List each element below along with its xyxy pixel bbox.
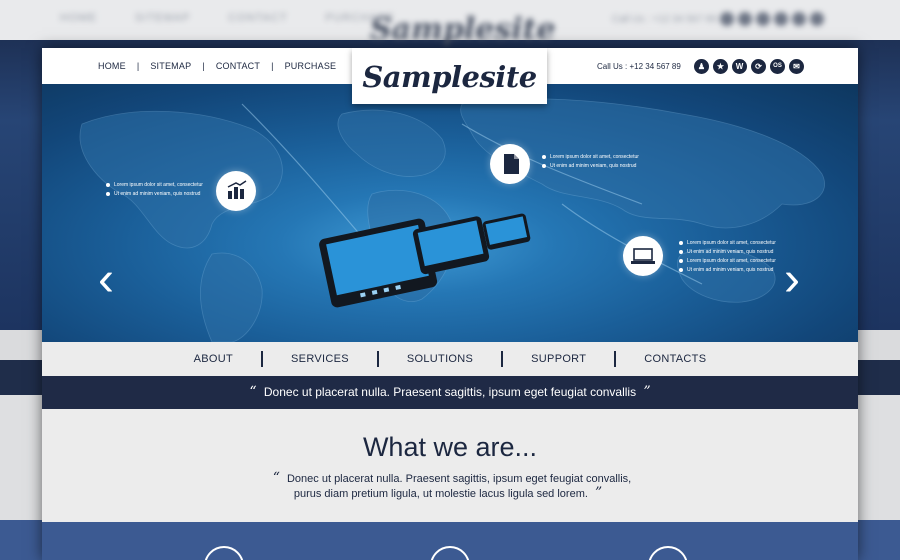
prev-slide-arrow[interactable]: ‹ xyxy=(98,256,114,304)
nav-contact-link[interactable]: CONTACT xyxy=(216,61,260,71)
feature-band xyxy=(42,522,858,560)
nav-sitemap-link[interactable]: SITEMAP xyxy=(150,61,191,71)
top-nav: HOME | SITEMAP | CONTACT | PURCHASE xyxy=(98,61,336,71)
wordpress-icon[interactable]: W xyxy=(732,59,747,74)
background-phone: Call Us : +12 34 567 89 xyxy=(612,14,717,25)
os-icon[interactable]: OS xyxy=(770,59,785,74)
phone-number: Call Us : +12 34 567 89 xyxy=(597,62,681,71)
laptop-icon xyxy=(623,236,663,276)
mail-icon[interactable]: ✉ xyxy=(789,59,804,74)
next-slide-arrow[interactable]: › xyxy=(784,256,800,304)
menu-contacts[interactable]: CONTACTS xyxy=(616,353,734,365)
section-text: “ Donec ut placerat nulla. Praesent sagi… xyxy=(42,471,858,501)
feature-circle-icon xyxy=(430,546,470,560)
quote-bar: “ Donec ut placerat nulla. Praesent sagi… xyxy=(42,376,858,409)
nav-purchase-link[interactable]: PURCHASE xyxy=(285,61,337,71)
bullet-text: Ut enim ad minim veniam, quis nostrud xyxy=(106,190,203,199)
world-map-graphic xyxy=(79,98,825,342)
section-line-1: Donec ut placerat nulla. Praesent sagitt… xyxy=(286,473,632,485)
social-icons: ♟ ★ W ⟳ OS ✉ xyxy=(694,59,804,74)
background-logo: Samplesite xyxy=(370,12,556,47)
menu-solutions[interactable]: SOLUTIONS xyxy=(379,353,501,365)
chart-icon xyxy=(216,171,256,211)
bullet-text: Lorem ipsum dolor sit amet, consectetur xyxy=(679,257,776,266)
hero-slider: Lorem ipsum dolor sit amet, consectetur … xyxy=(42,84,858,342)
section-line-2: purus diam pretium ligula, ut molestie l… xyxy=(293,488,588,500)
refresh-icon[interactable]: ⟳ xyxy=(751,59,766,74)
nav-separator: | xyxy=(271,61,274,71)
quote-close-mark: ” xyxy=(643,384,651,400)
quote-open-mark: “ xyxy=(249,384,257,400)
nav-home-link[interactable]: HOME xyxy=(98,61,126,71)
feature-circle-icon xyxy=(648,546,688,560)
quote-bar-text: Donec ut placerat nulla. Praesent sagitt… xyxy=(263,385,637,399)
nav-separator: | xyxy=(136,61,140,71)
site-logo: Samplesite xyxy=(362,60,537,94)
menu-services[interactable]: SERVICES xyxy=(263,353,377,365)
hero-bullets-right: Lorem ipsum dolor sit amet, consectetur … xyxy=(679,239,776,275)
bullet-text: Ut enim ad minim veniam, quis nostrud xyxy=(679,248,776,257)
bullet-text: Lorem ipsum dolor sit amet, consectetur xyxy=(106,181,203,190)
hero-bullets-left: Lorem ipsum dolor sit amet, consectetur … xyxy=(106,181,203,199)
bullet-text: Ut enim ad minim veniam, quis nostrud xyxy=(542,162,639,171)
background-nav: HOME SITEMAP CONTACT PURCHASE xyxy=(60,12,395,24)
section-title: What we are... xyxy=(362,432,538,462)
menu-support[interactable]: SUPPORT xyxy=(503,353,614,365)
nav-separator: | xyxy=(202,61,205,71)
hero-bullets-top: Lorem ipsum dolor sit amet, consectetur … xyxy=(542,153,639,171)
website-page: HOME | SITEMAP | CONTACT | PURCHASE Call… xyxy=(42,48,858,560)
star-icon[interactable]: ★ xyxy=(713,59,728,74)
background-social-icons xyxy=(720,12,828,31)
bullet-text: Ut enim ad minim veniam, quis nostrud xyxy=(679,266,776,275)
user-icon[interactable]: ♟ xyxy=(694,59,709,74)
bullet-text: Lorem ipsum dolor sit amet, consectetur xyxy=(679,239,776,248)
feature-circle-icon xyxy=(204,546,244,560)
main-menu: ABOUT SERVICES SOLUTIONS SUPPORT CONTACT… xyxy=(42,342,858,376)
quote-open-mark: “ xyxy=(272,470,280,486)
bullet-text: Lorem ipsum dolor sit amet, consectetur xyxy=(542,153,639,162)
logo-box[interactable]: Samplesite xyxy=(352,48,547,104)
quote-close-mark: ” xyxy=(594,485,603,501)
menu-about[interactable]: ABOUT xyxy=(166,353,261,365)
document-icon xyxy=(490,144,530,184)
